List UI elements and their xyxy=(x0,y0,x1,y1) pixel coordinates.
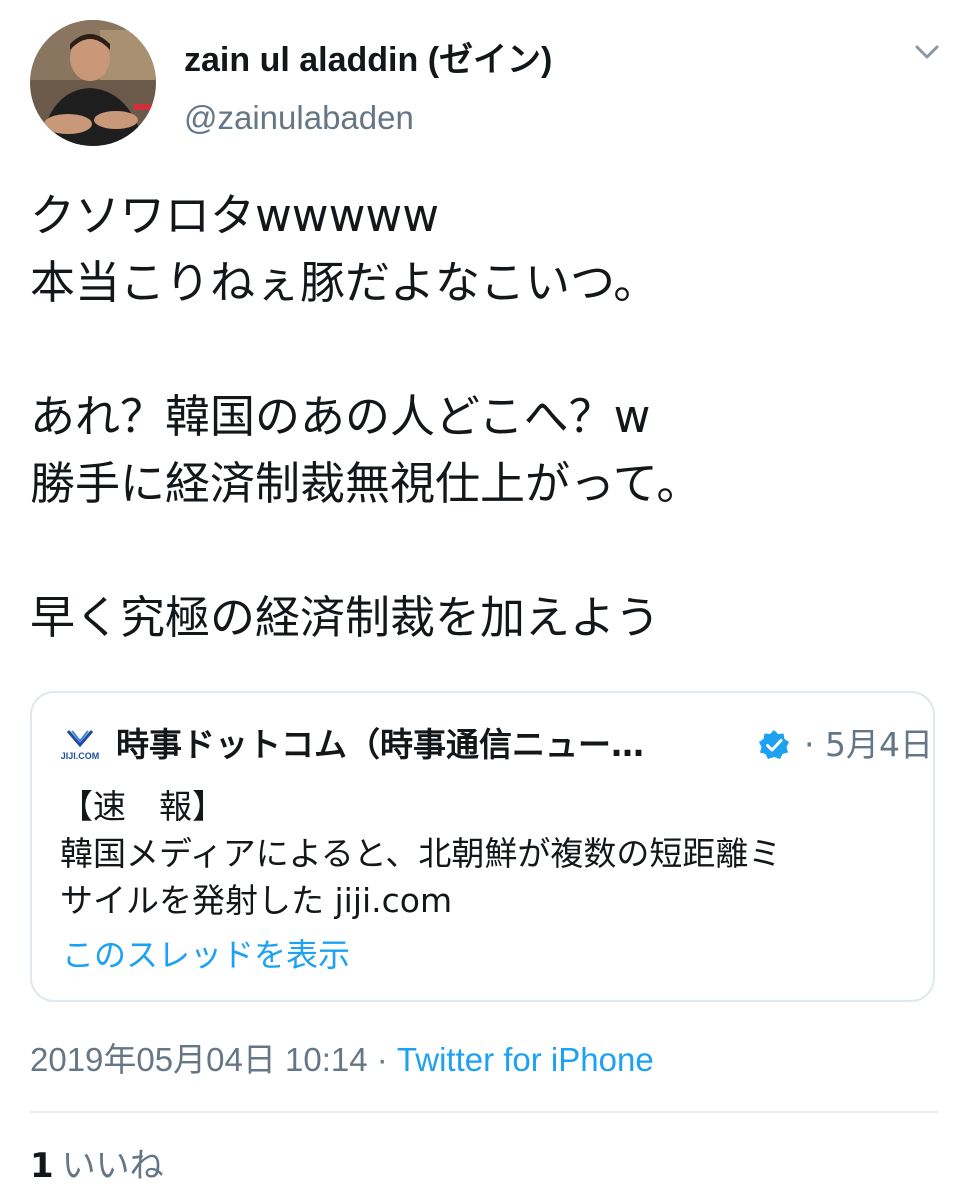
tweet-text-line: あれ？韓国のあの人どこへ？w xyxy=(30,390,651,443)
tweet-text-blank-line xyxy=(30,517,940,584)
quoted-author-name[interactable]: 時事ドットコム（時事通信ニュー… xyxy=(116,723,644,767)
quoted-tweet-header: JIJI.COM 時事ドットコム（時事通信ニュー… · 5月4日 xyxy=(60,723,933,767)
chevron-down-icon[interactable] xyxy=(914,42,940,62)
likes-label: いいね xyxy=(61,1146,164,1186)
verified-badge-icon xyxy=(758,729,790,761)
quoted-tweet-card[interactable]: JIJI.COM 時事ドットコム（時事通信ニュー… · 5月4日 【速 報】 韓… xyxy=(30,691,935,1002)
tweet-text-line: 勝手に経済制裁無視仕上がって。 xyxy=(30,457,702,510)
tweet-meta: 2019年05月04日 10:14 · Twitter for iPhone xyxy=(30,1036,654,1084)
tweet-text-line: 早く究極の経済制裁を加えよう xyxy=(30,591,661,644)
tweet-text-line: クソワロタwwwww xyxy=(30,189,440,242)
likes-stat[interactable]: 1 いいね xyxy=(30,1142,164,1190)
quoted-body-line: 【速 報】 xyxy=(60,787,225,826)
show-thread-link[interactable]: このスレッドを表示 xyxy=(62,933,350,977)
divider xyxy=(30,1111,938,1113)
jiji-logo-text: JIJI.COM xyxy=(61,751,100,761)
quoted-tweet-body: 【速 報】 韓国メディアによると、北朝鮮が複数の短距離ミ サイルを発射した ji… xyxy=(60,783,920,924)
quoted-body-line: 韓国メディアによると、北朝鮮が複数の短距離ミ xyxy=(60,834,782,873)
tweet-text-blank-line xyxy=(30,316,940,383)
author-handle[interactable]: @zainulabaden xyxy=(184,98,414,138)
tweet-source-link[interactable]: Twitter for iPhone xyxy=(397,1041,654,1078)
tweet-text: クソワロタwwwww 本当こりねぇ豚だよなこいつ。 あれ？韓国のあの人どこへ？w… xyxy=(30,182,940,651)
tweet-timestamp[interactable]: 2019年05月04日 10:14 · xyxy=(30,1041,397,1078)
quoted-date: · 5月4日 xyxy=(804,725,933,764)
tweet-text-line: 本当こりねぇ豚だよなこいつ。 xyxy=(30,256,659,309)
likes-count: 1 xyxy=(30,1146,54,1186)
author-display-name[interactable]: zain ul aladdin (ゼイン) xyxy=(184,40,552,80)
tweet-header: zain ul aladdin (ゼイン) @zainulabaden xyxy=(30,20,940,148)
jiji-logo: JIJI.COM xyxy=(60,725,100,765)
quoted-body-line: サイルを発射した jiji.com xyxy=(60,881,453,920)
user-avatar[interactable] xyxy=(30,20,156,146)
